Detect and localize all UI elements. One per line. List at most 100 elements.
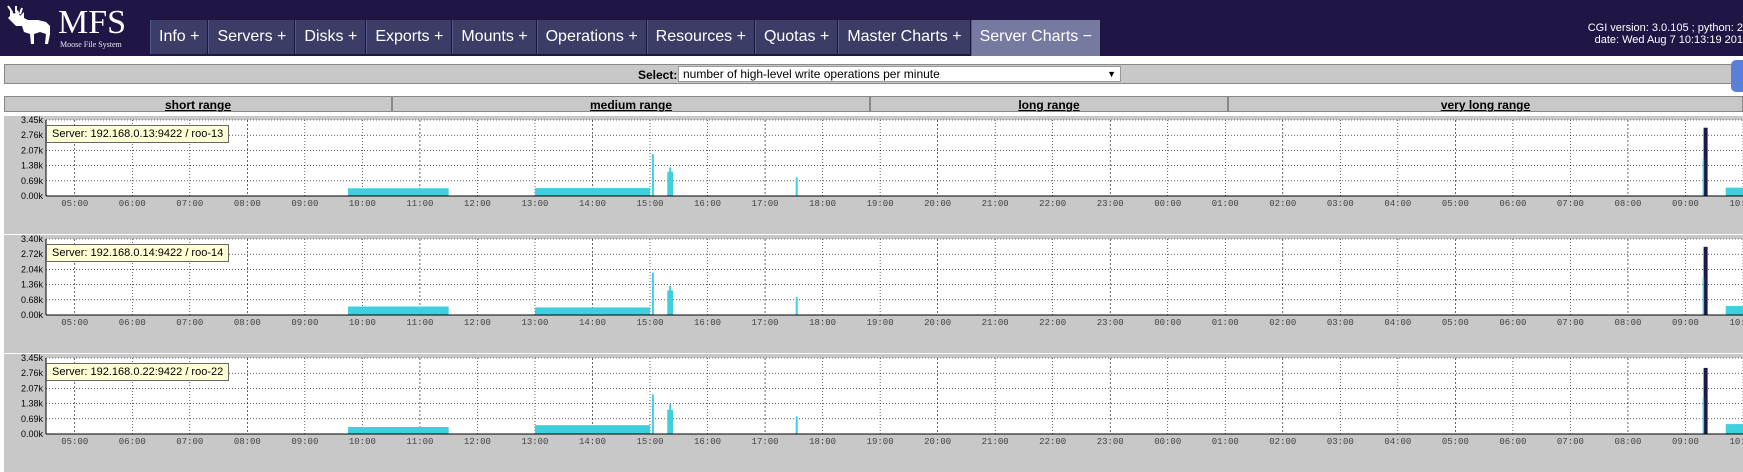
menu-tab[interactable]: Operations + bbox=[536, 20, 647, 54]
side-toggle-button[interactable] bbox=[1731, 60, 1743, 92]
x-tick-label: 09:00 bbox=[291, 318, 318, 328]
x-tick-label: 15:00 bbox=[637, 199, 664, 209]
y-tick-label: 0.69k bbox=[21, 414, 44, 424]
chart-svg: 3.40k 2.72k 2.04k 1.36k 0.68k 0.00k 05:00 06:00… bbox=[4, 235, 1743, 353]
range-medium[interactable]: medium range bbox=[392, 96, 870, 112]
y-tick-label: 2.07k bbox=[21, 145, 44, 155]
dropdown-arrow-icon: ▼ bbox=[1107, 69, 1116, 79]
menu-tab[interactable]: Master Charts + bbox=[838, 20, 971, 54]
y-tick-label: 0.69k bbox=[21, 176, 44, 186]
x-tick-label: 10:00 bbox=[1729, 318, 1743, 328]
menu-tab[interactable]: Info + bbox=[150, 20, 209, 54]
x-tick-label: 07:00 bbox=[1557, 437, 1584, 447]
x-tick-label: 20:00 bbox=[924, 318, 951, 328]
data-spike bbox=[669, 285, 672, 315]
cgi-version: CGI version: 3.0.105 ; python: 2 bbox=[1587, 22, 1743, 34]
main-menu: Info + Servers + Disks + Exports + Mounts + O… bbox=[150, 20, 1102, 56]
menu-tab[interactable]: Quotas + bbox=[754, 20, 839, 54]
x-tick-label: 17:00 bbox=[752, 437, 779, 447]
x-tick-label: 04:00 bbox=[1384, 318, 1411, 328]
x-tick-label: 06:00 bbox=[119, 437, 146, 447]
x-tick-label: 14:00 bbox=[579, 318, 606, 328]
x-tick-label: 05:00 bbox=[1442, 199, 1469, 209]
moose-icon bbox=[7, 5, 50, 44]
x-tick-label: 07:00 bbox=[1557, 199, 1584, 209]
x-tick-label: 20:00 bbox=[924, 199, 951, 209]
menu-tab[interactable]: Mounts + bbox=[452, 20, 537, 54]
menu-tab[interactable]: Resources + bbox=[646, 20, 755, 54]
y-tick-label: 0.00k bbox=[21, 429, 44, 439]
range-short[interactable]: short range bbox=[4, 96, 392, 112]
x-tick-label: 06:00 bbox=[1499, 318, 1526, 328]
range-bar: short range medium range long range very… bbox=[4, 96, 1743, 112]
x-tick-label: 22:00 bbox=[1039, 318, 1066, 328]
y-tick-label: 2.76k bbox=[21, 368, 44, 378]
x-tick-label: 06:00 bbox=[119, 199, 146, 209]
menu-tab[interactable]: Server Charts − bbox=[970, 20, 1102, 56]
x-tick-label: 03:00 bbox=[1327, 199, 1354, 209]
x-tick-label: 05:00 bbox=[61, 318, 88, 328]
x-tick-label: 18:00 bbox=[809, 318, 836, 328]
x-tick-label: 08:00 bbox=[234, 199, 261, 209]
menu-tab[interactable]: Servers + bbox=[208, 20, 296, 54]
x-tick-label: 05:00 bbox=[1442, 318, 1469, 328]
x-tick-label: 21:00 bbox=[982, 318, 1009, 328]
x-tick-label: 08:00 bbox=[234, 318, 261, 328]
x-tick-label: 22:00 bbox=[1039, 199, 1066, 209]
x-tick-label: 17:00 bbox=[752, 199, 779, 209]
x-tick-label: 10:00 bbox=[1729, 199, 1743, 209]
data-spike bbox=[651, 272, 654, 315]
select-value: number of high-level write operations pe… bbox=[683, 67, 940, 81]
x-tick-label: 10:00 bbox=[349, 318, 376, 328]
x-tick-label: 06:00 bbox=[1499, 199, 1526, 209]
data-bar bbox=[534, 307, 651, 315]
x-tick-label: 13:00 bbox=[521, 199, 548, 209]
x-tick-label: 01:00 bbox=[1212, 437, 1239, 447]
menu-tab[interactable]: Disks + bbox=[295, 20, 367, 54]
y-tick-label: 3.45k bbox=[21, 354, 44, 363]
chart-svg: 3.45k 2.76k 2.07k 1.38k 0.69k 0.00k 05:00 06:00… bbox=[4, 116, 1743, 234]
chart-type-select[interactable]: number of high-level write operations pe… bbox=[678, 66, 1121, 82]
x-tick-label: 00:00 bbox=[1154, 199, 1181, 209]
data-spike bbox=[1703, 246, 1708, 315]
x-tick-label: 18:00 bbox=[809, 199, 836, 209]
x-tick-label: 09:00 bbox=[1672, 437, 1699, 447]
data-bar bbox=[1725, 187, 1743, 196]
x-tick-label: 23:00 bbox=[1097, 318, 1124, 328]
y-tick-label: 2.72k bbox=[21, 249, 44, 259]
x-tick-label: 19:00 bbox=[867, 199, 894, 209]
x-tick-label: 05:00 bbox=[1442, 437, 1469, 447]
mfs-logo[interactable]: MFS Moose File System bbox=[4, 4, 154, 52]
x-tick-label: 19:00 bbox=[867, 437, 894, 447]
x-tick-label: 00:00 bbox=[1154, 437, 1181, 447]
data-spike bbox=[1702, 397, 1705, 434]
y-tick-label: 2.04k bbox=[21, 264, 44, 274]
x-tick-label: 05:00 bbox=[61, 199, 88, 209]
x-tick-label: 11:00 bbox=[406, 437, 433, 447]
x-tick-label: 03:00 bbox=[1327, 318, 1354, 328]
data-spike bbox=[651, 394, 654, 434]
y-tick-label: 1.38k bbox=[21, 399, 44, 409]
x-tick-label: 09:00 bbox=[1672, 199, 1699, 209]
x-tick-label: 09:00 bbox=[1672, 318, 1699, 328]
x-tick-label: 06:00 bbox=[119, 318, 146, 328]
y-tick-label: 0.68k bbox=[21, 295, 44, 305]
y-tick-label: 3.40k bbox=[21, 235, 44, 244]
range-very-long[interactable]: very long range bbox=[1228, 96, 1743, 112]
data-bar bbox=[1725, 424, 1743, 434]
menu-tab[interactable]: Exports + bbox=[366, 20, 453, 54]
x-tick-label: 08:00 bbox=[1614, 318, 1641, 328]
x-tick-label: 16:00 bbox=[694, 437, 721, 447]
x-tick-label: 14:00 bbox=[579, 199, 606, 209]
x-tick-label: 04:00 bbox=[1384, 199, 1411, 209]
chart-svg: 3.45k 2.76k 2.07k 1.38k 0.69k 0.00k 05:00 06:00… bbox=[4, 354, 1743, 472]
x-tick-label: 12:00 bbox=[464, 318, 491, 328]
x-tick-label: 21:00 bbox=[982, 199, 1009, 209]
x-tick-label: 02:00 bbox=[1269, 199, 1296, 209]
y-tick-label: 3.45k bbox=[21, 116, 44, 125]
range-long[interactable]: long range bbox=[870, 96, 1228, 112]
data-spike bbox=[1703, 367, 1708, 434]
x-tick-label: 07:00 bbox=[176, 437, 203, 447]
cgi-date: date: Wed Aug 7 10:13:19 201 bbox=[1594, 34, 1743, 46]
x-tick-label: 11:00 bbox=[406, 318, 433, 328]
